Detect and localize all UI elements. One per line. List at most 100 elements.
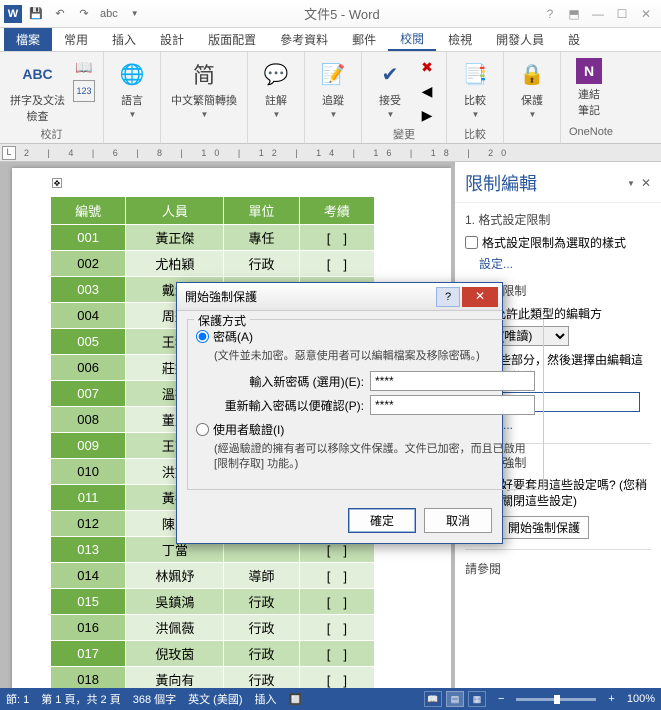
cell[interactable]: 專任 xyxy=(224,225,299,251)
tab-selector[interactable]: L xyxy=(2,146,16,160)
spellcheck-icon[interactable]: abc xyxy=(98,4,120,24)
onenote-icon: N xyxy=(576,58,602,84)
tab-home[interactable]: 常用 xyxy=(52,28,100,51)
cell[interactable]: 003 xyxy=(51,277,126,303)
new-password-input[interactable] xyxy=(370,371,535,391)
cancel-button[interactable]: 取消 xyxy=(424,508,492,533)
cell[interactable]: 010 xyxy=(51,459,126,485)
cell[interactable]: 005 xyxy=(51,329,126,355)
read-mode-icon[interactable]: 📖 xyxy=(424,691,442,707)
redo-icon[interactable]: ↷ xyxy=(74,4,94,24)
group-compare: 比較 xyxy=(455,126,495,141)
cell[interactable]: 011 xyxy=(51,485,126,511)
panel-close-icon[interactable]: ✕ xyxy=(641,176,651,190)
cell[interactable]: 008 xyxy=(51,407,126,433)
reject-icon[interactable]: ✖ xyxy=(416,56,438,78)
tab-mailings[interactable]: 郵件 xyxy=(340,28,388,51)
cell[interactable]: 007 xyxy=(51,381,126,407)
cell[interactable]: 吳鎮鴻 xyxy=(126,589,224,615)
cell[interactable]: 導師 xyxy=(224,563,299,589)
comments-button[interactable]: 💬 註解▼ xyxy=(256,56,296,121)
panel-menu-icon[interactable]: ▼ xyxy=(627,179,635,188)
protect-button[interactable]: 🔒 保護▼ xyxy=(512,56,552,121)
cell[interactable]: 黃正傑 xyxy=(126,225,224,251)
cell[interactable]: 行政 xyxy=(224,251,299,277)
cell[interactable]: 002 xyxy=(51,251,126,277)
qat-more-icon[interactable]: ▼ xyxy=(125,4,145,24)
prev-change-icon[interactable]: ◀ xyxy=(416,80,438,102)
ribbon-toggle-icon[interactable]: ⬒ xyxy=(563,3,585,25)
cell[interactable]: 尤柏穎 xyxy=(126,251,224,277)
cell[interactable]: [ ] xyxy=(299,225,374,251)
cell[interactable]: 林姵妤 xyxy=(126,563,224,589)
chinese-conversion-button[interactable]: 简 中文繁簡轉換▼ xyxy=(169,56,239,121)
tab-developer[interactable]: 開發人員 xyxy=(484,28,556,51)
language-indicator[interactable]: 英文 (美國) xyxy=(188,691,242,707)
cell[interactable]: [ ] xyxy=(299,615,374,641)
next-change-icon[interactable]: ▶ xyxy=(416,104,438,126)
formatting-checkbox[interactable]: 格式設定限制為選取的樣式 xyxy=(465,234,651,251)
section-indicator[interactable]: 節: 1 xyxy=(6,691,29,707)
tab-references[interactable]: 參考資料 xyxy=(268,28,340,51)
word-count[interactable]: 368 個字 xyxy=(133,691,176,707)
zoom-in-icon[interactable]: + xyxy=(608,693,614,705)
table-anchor-icon[interactable]: ✥ xyxy=(52,178,62,188)
tab-layout[interactable]: 版面配置 xyxy=(196,28,268,51)
zoom-level[interactable]: 100% xyxy=(627,693,655,705)
chinese-icon: 简 xyxy=(188,58,220,90)
track-changes-button[interactable]: 📝 追蹤▼ xyxy=(313,56,353,121)
minimize-icon[interactable]: — xyxy=(587,3,609,25)
cell[interactable]: 004 xyxy=(51,303,126,329)
wordcount-icon[interactable]: 123 xyxy=(73,80,95,102)
help-icon[interactable]: ? xyxy=(539,3,561,25)
undo-icon[interactable]: ↶ xyxy=(50,4,70,24)
cell[interactable]: 倪玫茵 xyxy=(126,641,224,667)
confirm-password-input[interactable] xyxy=(370,395,535,415)
cell[interactable]: 行政 xyxy=(224,589,299,615)
dialog-help-icon[interactable]: ? xyxy=(436,287,460,307)
thesaurus-icon[interactable]: 📖 xyxy=(73,56,95,78)
cell[interactable]: 009 xyxy=(51,433,126,459)
tab-design[interactable]: 設計 xyxy=(148,28,196,51)
password-radio[interactable]: 密碼(A) xyxy=(196,328,535,345)
language-button[interactable]: 🌐 語言▼ xyxy=(112,56,152,121)
save-icon[interactable]: 💾 xyxy=(26,4,46,24)
page-indicator[interactable]: 第 1 頁，共 2 頁 xyxy=(41,691,120,707)
cell[interactable]: 013 xyxy=(51,537,126,563)
cell[interactable]: [ ] xyxy=(299,251,374,277)
cell[interactable]: [ ] xyxy=(299,589,374,615)
tab-review[interactable]: 校閱 xyxy=(388,28,436,51)
insert-mode[interactable]: 插入 xyxy=(255,691,277,707)
web-layout-icon[interactable]: ▦ xyxy=(468,691,486,707)
cell[interactable]: 017 xyxy=(51,641,126,667)
zoom-slider[interactable] xyxy=(516,698,596,701)
zoom-out-icon[interactable]: − xyxy=(498,693,504,705)
user-auth-radio[interactable]: 使用者驗證(I) xyxy=(196,421,535,438)
tab-insert[interactable]: 插入 xyxy=(100,28,148,51)
cell[interactable]: [ ] xyxy=(299,563,374,589)
cell[interactable]: 行政 xyxy=(224,615,299,641)
cell[interactable]: 016 xyxy=(51,615,126,641)
cell[interactable]: 014 xyxy=(51,563,126,589)
cell[interactable]: 001 xyxy=(51,225,126,251)
print-layout-icon[interactable]: ▤ xyxy=(446,691,464,707)
cell[interactable]: [ ] xyxy=(299,641,374,667)
settings-link[interactable]: 設定... xyxy=(479,255,651,272)
onenote-button[interactable]: N 連結 筆記 xyxy=(569,56,609,120)
tab-more[interactable]: 設 xyxy=(556,28,592,51)
close-icon[interactable]: ✕ xyxy=(635,3,657,25)
accept-button[interactable]: ✔ 接受▼ xyxy=(370,56,410,121)
cell[interactable]: 洪佩薇 xyxy=(126,615,224,641)
tab-view[interactable]: 檢視 xyxy=(436,28,484,51)
cell[interactable]: 015 xyxy=(51,589,126,615)
cell[interactable]: 012 xyxy=(51,511,126,537)
maximize-icon[interactable]: ☐ xyxy=(611,3,633,25)
compare-button[interactable]: 📑 比較▼ xyxy=(455,56,495,121)
cell[interactable]: 006 xyxy=(51,355,126,381)
spelling-button[interactable]: ABC 拼字及文法 檢查 xyxy=(8,56,67,126)
ok-button[interactable]: 確定 xyxy=(348,508,416,533)
dialog-close-icon[interactable]: ✕ xyxy=(462,287,498,307)
tab-file[interactable]: 檔案 xyxy=(4,28,52,51)
panel-title: 限制編輯 xyxy=(465,170,537,196)
cell[interactable]: 行政 xyxy=(224,641,299,667)
